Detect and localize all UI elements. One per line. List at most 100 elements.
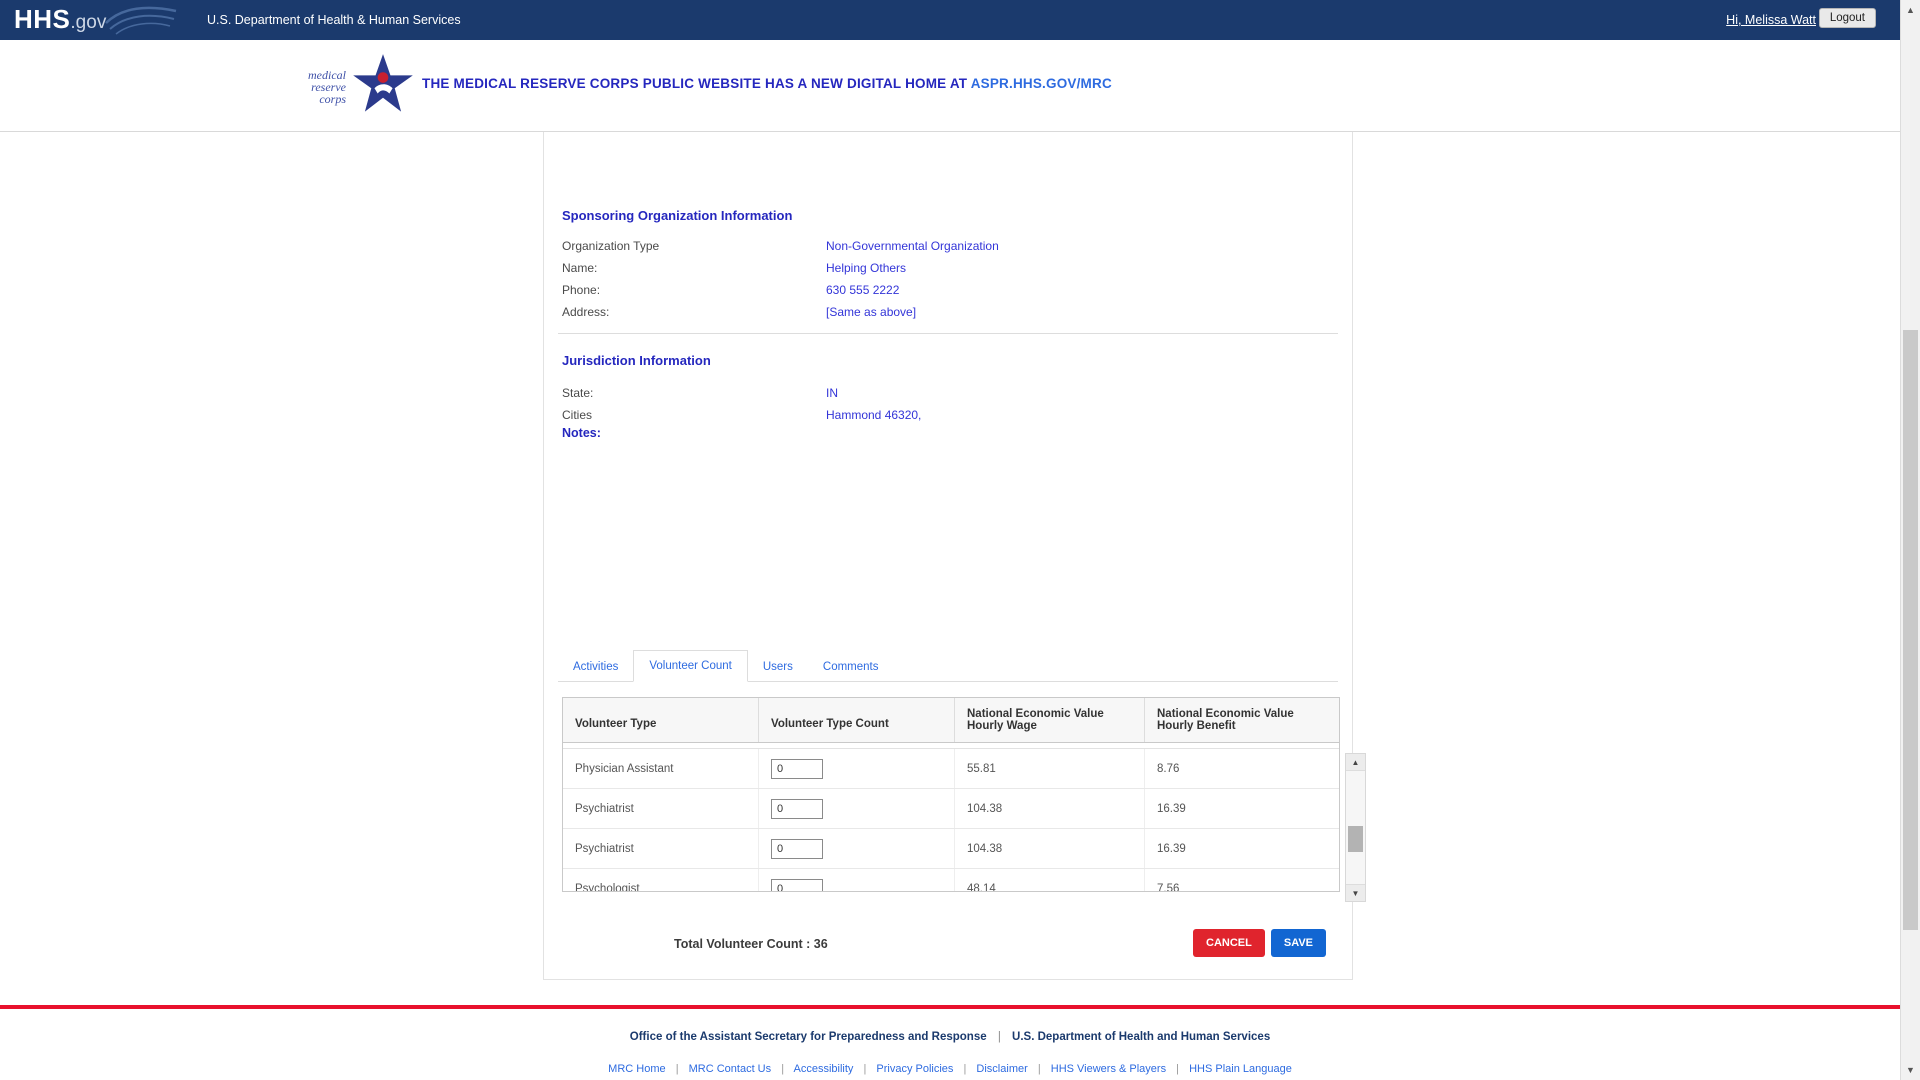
field-label: Cities <box>562 408 826 422</box>
footer-link-separator: | <box>781 1063 784 1075</box>
volunteer-type-cell: Psychologist <box>563 869 759 891</box>
footer-link-separator: | <box>1038 1063 1041 1075</box>
scroll-up-arrow-icon[interactable]: ▲ <box>1346 754 1365 771</box>
volunteer-count-input[interactable] <box>771 799 823 819</box>
logout-button[interactable]: Logout <box>1819 8 1876 28</box>
footer-separator: | <box>998 1031 1001 1043</box>
table-scrollbar-thumb[interactable] <box>1348 826 1363 852</box>
wage-cell: 48.14 <box>955 869 1145 891</box>
field-label: Address: <box>562 305 826 319</box>
footer-link-separator: | <box>676 1063 679 1075</box>
footer-link-accessibility[interactable]: Accessibility <box>794 1063 854 1075</box>
volunteer-type-cell: Psychiatrist <box>563 789 759 828</box>
user-greeting-link[interactable]: Hi, Melissa Watt <box>1726 13 1816 27</box>
browser-scroll-down-icon[interactable]: ▼ <box>1901 1060 1920 1080</box>
field-value[interactable]: [Same as above] <box>826 305 916 319</box>
aspr-link[interactable]: ASPR.HHS.GOV/MRC <box>971 76 1112 91</box>
scroll-down-arrow-icon[interactable]: ▼ <box>1346 884 1365 901</box>
column-header-volunteer-type: Volunteer Type <box>563 698 759 742</box>
count-cell <box>759 789 955 828</box>
wage-cell: 104.38 <box>955 789 1145 828</box>
footer-link-separator: | <box>964 1063 967 1075</box>
footer-links: MRC Home | MRC Contact Us | Accessibilit… <box>0 1063 1900 1075</box>
footer-link-disclaimer[interactable]: Disclaimer <box>976 1063 1027 1075</box>
field-label: Organization Type <box>562 239 826 253</box>
browser-scrollbar[interactable]: ▲ ▼ <box>1900 0 1920 1080</box>
footer-office-text: Office of the Assistant Secretary for Pr… <box>630 1031 987 1043</box>
count-cell <box>759 869 955 891</box>
notes-label: Notes: <box>562 426 601 440</box>
table-scrollbar[interactable]: ▲ ▼ <box>1345 753 1366 902</box>
field-label: State: <box>562 386 826 400</box>
hhs-logo-text: HHS <box>14 4 70 35</box>
wage-cell: 104.38 <box>955 829 1145 868</box>
organization-detail-card: Sponsoring Organization Information Orga… <box>543 132 1353 980</box>
field-label: Phone: <box>562 283 826 297</box>
field-label: Name: <box>562 261 826 275</box>
table-header-row: Volunteer Type Volunteer Type Count Nati… <box>563 698 1339 743</box>
volunteer-type-cell: Psychiatrist <box>563 829 759 868</box>
table-row: Psychiatrist 104.38 16.39 <box>563 789 1339 829</box>
footer-link-privacy[interactable]: Privacy Policies <box>876 1063 953 1075</box>
count-cell <box>759 749 955 788</box>
footer-link-mrc-contact[interactable]: MRC Contact Us <box>689 1063 772 1075</box>
footer-link-plain-language[interactable]: HHS Plain Language <box>1189 1063 1292 1075</box>
jurisdiction-fields: State: IN Cities Hammond 46320, <box>562 382 921 426</box>
detail-tabs: Activities Volunteer Count Users Comment… <box>558 651 1338 682</box>
banner-message: THE MEDICAL RESERVE CORPS PUBLIC WEBSITE… <box>422 76 1112 91</box>
volunteer-count-input[interactable] <box>771 879 823 892</box>
department-title: U.S. Department of Health & Human Servic… <box>207 13 461 27</box>
form-actions: CANCEL SAVE <box>1193 929 1326 957</box>
footer-link-mrc-home[interactable]: MRC Home <box>608 1063 665 1075</box>
tab-volunteer-count[interactable]: Volunteer Count <box>633 650 747 682</box>
column-header-hourly-wage: National Economic Value Hourly Wage <box>955 698 1145 742</box>
table-row: Psychiatrist 104.38 16.39 <box>563 829 1339 869</box>
field-value[interactable]: IN <box>826 386 838 400</box>
mrc-star-icon <box>351 52 415 123</box>
total-volunteer-count: Total Volunteer Count : 36 <box>674 937 828 951</box>
volunteer-count-table: Volunteer Type Volunteer Type Count Nati… <box>562 697 1340 892</box>
cancel-button[interactable]: CANCEL <box>1193 929 1265 957</box>
jurisdiction-section-title: Jurisdiction Information <box>562 353 711 368</box>
field-row-organization-type: Organization Type Non-Governmental Organ… <box>562 235 999 257</box>
field-row-state: State: IN <box>562 382 921 404</box>
column-header-hourly-benefit: National Economic Value Hourly Benefit <box>1145 698 1339 742</box>
volunteer-count-table-area: Volunteer Type Volunteer Type Count Nati… <box>562 697 1366 892</box>
sponsor-section-title: Sponsoring Organization Information <box>562 208 792 223</box>
table-body: Physician Assistant 55.81 8.76 Psychiatr… <box>563 743 1339 891</box>
field-value[interactable]: Non-Governmental Organization <box>826 239 999 253</box>
field-row-address: Address: [Same as above] <box>562 301 999 323</box>
mrc-logo-text: medical reserve corps <box>308 69 346 105</box>
field-value[interactable]: Helping Others <box>826 261 906 275</box>
field-value[interactable]: Hammond 46320, <box>826 408 921 422</box>
column-header-volunteer-type-count: Volunteer Type Count <box>759 698 955 742</box>
top-bar: HHS.gov U.S. Department of Health & Huma… <box>0 0 1920 40</box>
table-row: Psychologist 48.14 7.56 <box>563 869 1339 891</box>
count-cell <box>759 829 955 868</box>
save-button[interactable]: SAVE <box>1271 929 1326 957</box>
volunteer-count-input[interactable] <box>771 759 823 779</box>
volunteer-count-input[interactable] <box>771 839 823 859</box>
volunteer-type-cell: Physician Assistant <box>563 749 759 788</box>
sponsor-fields: Organization Type Non-Governmental Organ… <box>562 235 999 323</box>
tab-activities[interactable]: Activities <box>558 652 633 682</box>
tab-users[interactable]: Users <box>748 652 808 682</box>
benefit-cell: 16.39 <box>1145 829 1339 868</box>
footer-link-viewers[interactable]: HHS Viewers & Players <box>1051 1063 1166 1075</box>
field-row-phone: Phone: 630 555 2222 <box>562 279 999 301</box>
field-row-name: Name: Helping Others <box>562 257 999 279</box>
mrc-banner: medical reserve corps THE MEDICAL RESERV… <box>0 40 1920 132</box>
tab-comments[interactable]: Comments <box>808 652 894 682</box>
hhs-logo-suffix: .gov <box>70 12 106 34</box>
footer-link-separator: | <box>863 1063 866 1075</box>
benefit-cell: 16.39 <box>1145 789 1339 828</box>
hhs-logo[interactable]: HHS.gov <box>14 4 106 35</box>
eagle-icon <box>104 3 178 42</box>
wage-cell: 55.81 <box>955 749 1145 788</box>
browser-scrollbar-thumb[interactable] <box>1903 330 1918 930</box>
field-value[interactable]: 630 555 2222 <box>826 283 899 297</box>
benefit-cell: 8.76 <box>1145 749 1339 788</box>
table-row: Physician Assistant 55.81 8.76 <box>563 749 1339 789</box>
browser-scroll-up-icon[interactable]: ▲ <box>1901 0 1920 20</box>
mrc-logo: medical reserve corps <box>308 47 415 127</box>
